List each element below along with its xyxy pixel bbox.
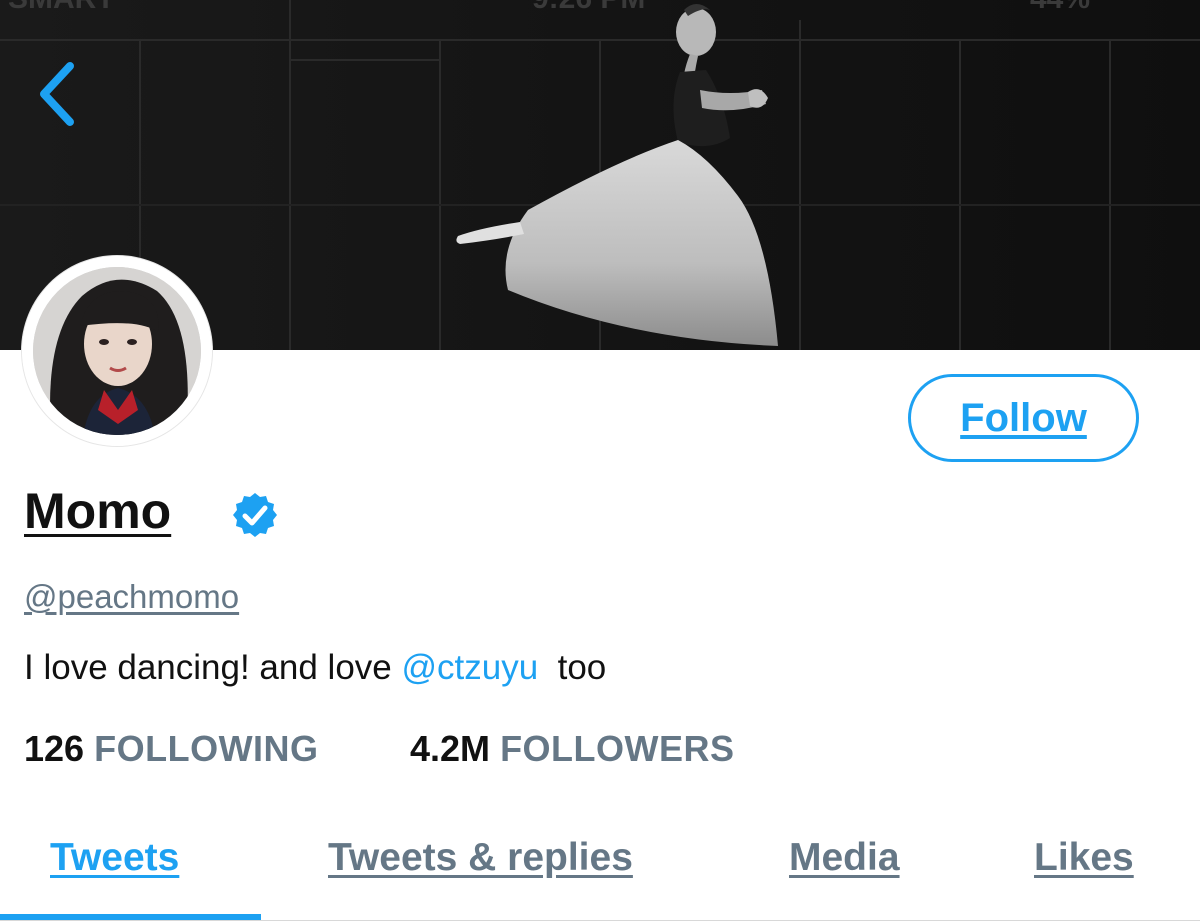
following-stat[interactable]: 126 FOLLOWING xyxy=(24,728,319,770)
tab-tweets[interactable]: Tweets xyxy=(50,836,179,880)
followers-stat[interactable]: 4.2M FOLLOWERS xyxy=(410,728,735,770)
verified-badge-icon xyxy=(230,490,280,540)
profile-avatar[interactable] xyxy=(22,256,212,446)
tab-media[interactable]: Media xyxy=(789,836,900,880)
followers-count: 4.2M xyxy=(410,728,491,769)
profile-handle[interactable]: @peachmomo xyxy=(24,578,239,616)
bio-suffix: too xyxy=(538,648,607,687)
bio-mention-link[interactable]: @ctzuyu xyxy=(401,648,538,687)
display-name: Momo xyxy=(24,483,172,539)
status-bar: SMART 9:26 PM 44% xyxy=(0,0,1200,22)
tab-likes[interactable]: Likes xyxy=(1034,836,1134,880)
carrier-label: SMART xyxy=(8,0,115,16)
following-label: FOLLOWING xyxy=(94,728,319,769)
back-button[interactable] xyxy=(30,58,86,130)
chevron-left-icon xyxy=(40,62,74,126)
tab-divider xyxy=(0,920,1200,921)
following-count: 126 xyxy=(24,728,85,769)
follow-button[interactable]: Follow xyxy=(908,374,1139,462)
bio-text: I love dancing! and love xyxy=(24,648,402,687)
profile-page: SMART 9:26 PM 44% xyxy=(0,0,1200,924)
tab-tweets-and-replies[interactable]: Tweets & replies xyxy=(328,836,633,880)
followers-label: FOLLOWERS xyxy=(500,728,735,769)
profile-bio: I love dancing! and love @ctzuyu too xyxy=(24,648,606,688)
avatar-photo xyxy=(22,256,212,446)
profile-tabs: Tweets Tweets & replies Media Likes xyxy=(0,820,1200,924)
status-time: 9:26 PM xyxy=(532,0,645,16)
battery-percent: 44% xyxy=(1030,0,1090,16)
